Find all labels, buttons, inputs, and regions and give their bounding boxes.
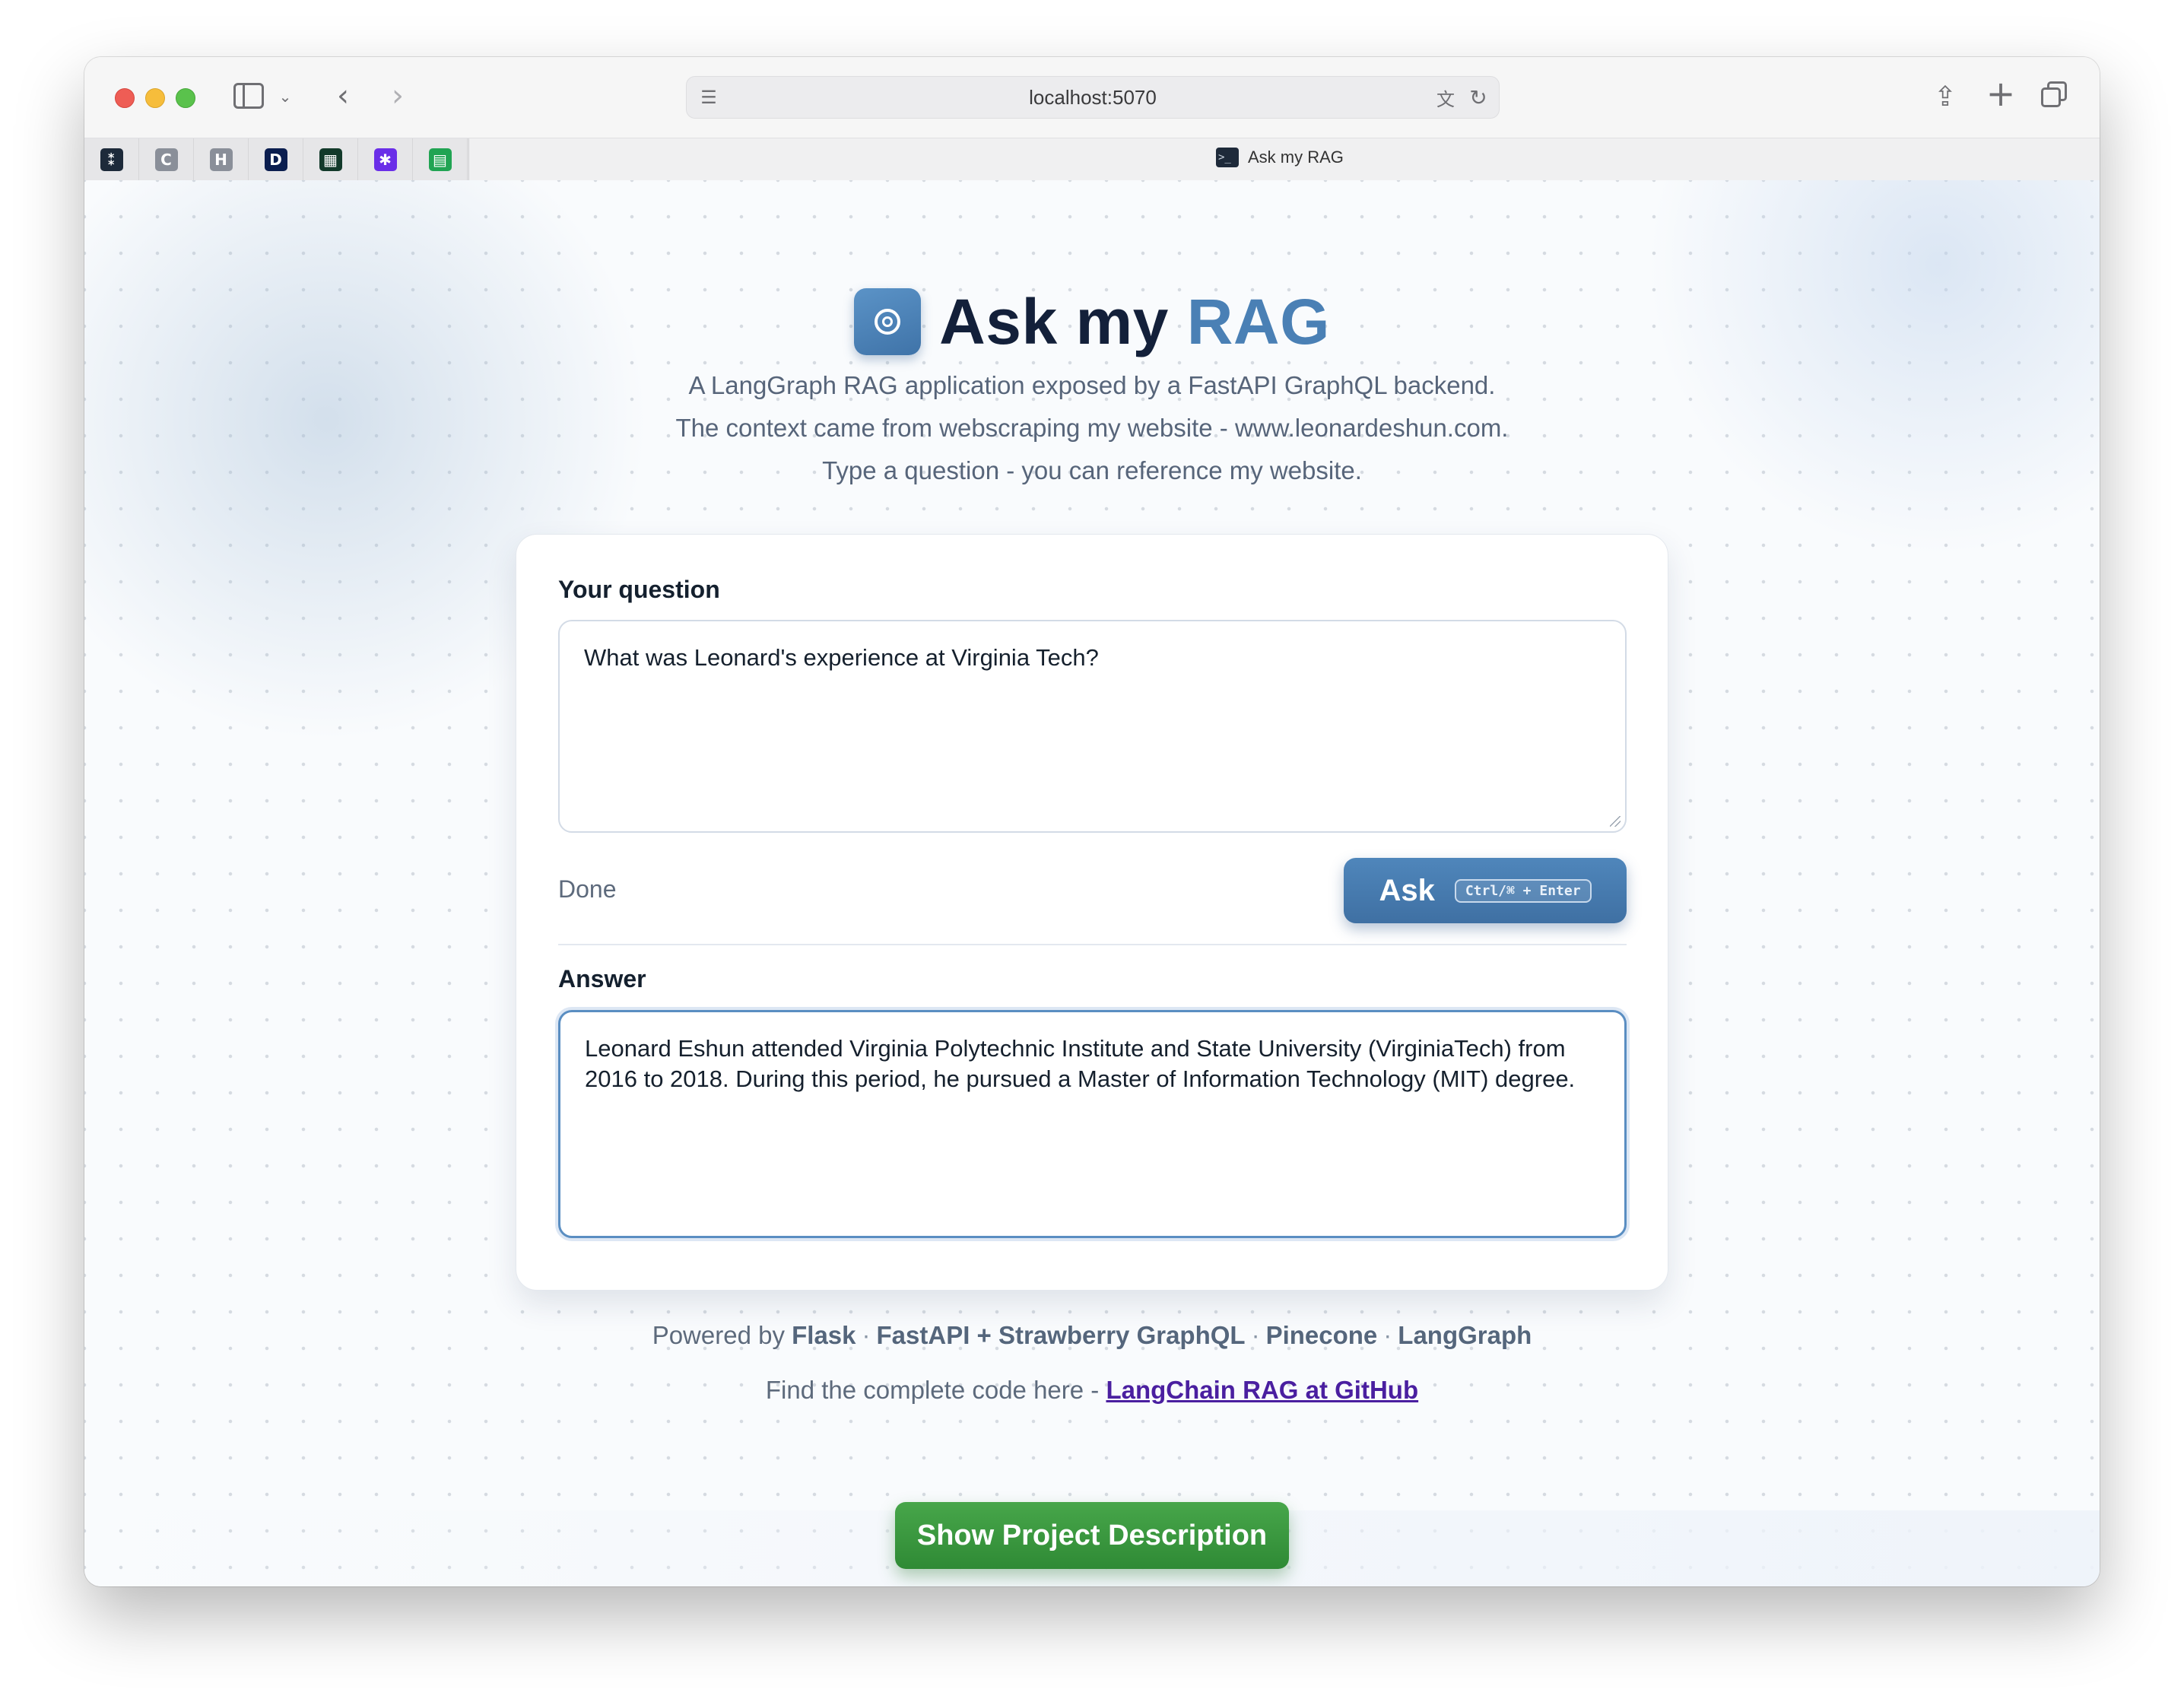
subtitle-line-1: A LangGraph RAG application exposed by a… — [688, 371, 1496, 399]
tech-langgraph: LangGraph — [1398, 1321, 1532, 1349]
sheet-icon: ▤ — [428, 148, 452, 171]
ask-button[interactable]: Ask Ctrl/⌘ + Enter — [1344, 858, 1627, 923]
pinned-tab[interactable]: D — [249, 138, 303, 181]
pinned-tab[interactable]: ⁑ — [84, 138, 139, 181]
pinned-tab[interactable]: ▦ — [303, 138, 358, 181]
pinned-tab[interactable]: H — [194, 138, 249, 181]
grid-icon: ▦ — [319, 148, 342, 171]
new-tab-icon[interactable]: + — [1986, 73, 2016, 114]
subtitle-line-2: The context came from webscraping my web… — [675, 414, 1509, 442]
question-text[interactable]: What was Leonard's experience at Virgini… — [584, 644, 1099, 671]
page-header: Ask my RAG A LangGraph RAG application e… — [84, 284, 2100, 492]
pinned-tab[interactable]: C — [139, 138, 194, 181]
subtitle-line-3: Type a question - you can reference my w… — [822, 456, 1362, 484]
find-prefix: Find the complete code here - — [765, 1376, 1100, 1404]
keyboard-shortcut-badge: Ctrl/⌘ + Enter — [1454, 878, 1592, 903]
divider — [558, 944, 1627, 945]
pinned-tab[interactable]: ▤ — [413, 138, 468, 181]
tab-overview-icon[interactable] — [2040, 80, 2070, 113]
sparkle-icon: ⁑ — [100, 148, 123, 171]
close-window-button[interactable] — [115, 88, 135, 108]
zoom-window-button[interactable] — [176, 88, 195, 108]
separator: · — [1251, 1321, 1260, 1349]
pinned-tabs: ⁑ C H D ▦ ✱ ▤ — [84, 138, 469, 181]
back-arrow-icon[interactable]: ‹ — [328, 77, 358, 115]
tab-bar: ⁑ C H D ▦ ✱ ▤ >_ Ask my RAG — [84, 138, 2100, 182]
resize-handle-icon[interactable] — [1610, 816, 1621, 827]
title-row: Ask my RAG — [84, 284, 2100, 360]
browser-window: ⌄ ‹ › ☰ localhost:5070 文 ↻ ⇪ + ⁑ C H D ▦ ✱ ▤ >… — [84, 57, 2100, 1586]
separator: · — [1383, 1321, 1392, 1349]
ask-button-label: Ask — [1379, 873, 1435, 907]
page-title: Ask my RAG — [939, 285, 1330, 359]
question-label: Your question — [558, 576, 720, 603]
tech-pinecone: Pinecone — [1265, 1321, 1378, 1349]
d-letter-icon: D — [264, 148, 287, 171]
active-tab[interactable]: >_ Ask my RAG — [1216, 148, 1344, 167]
terminal-favicon-icon: >_ — [1216, 148, 1239, 167]
question-input[interactable]: What was Leonard's experience at Virgini… — [558, 620, 1627, 833]
powered-prefix: Powered by — [652, 1321, 785, 1349]
reload-icon[interactable]: ↻ — [1467, 84, 1490, 110]
page-content: Ask my RAG A LangGraph RAG application e… — [84, 180, 2100, 1586]
minimize-window-button[interactable] — [145, 88, 165, 108]
powered-by-line: Powered by Flask · FastAPI + Strawberry Gr… — [84, 1321, 2100, 1350]
pinned-tab[interactable]: ✱ — [358, 138, 413, 181]
tab-title: Ask my RAG — [1248, 148, 1344, 167]
separator: · — [862, 1321, 871, 1349]
find-code-line: Find the complete code here - LangChain … — [84, 1376, 2100, 1405]
forward-arrow-icon[interactable]: › — [383, 77, 413, 115]
star-circle-icon: ✱ — [373, 148, 397, 171]
github-link[interactable]: LangChain RAG at GitHub — [1106, 1376, 1418, 1404]
show-project-description-button[interactable]: Show Project Description — [895, 1502, 1289, 1569]
answer-output[interactable]: Leonard Eshun attended Virginia Polytech… — [558, 1010, 1627, 1238]
translate-icon[interactable]: 文 — [1430, 84, 1461, 110]
browser-toolbar: ⌄ ‹ › ☰ localhost:5070 文 ↻ ⇪ + — [84, 57, 2100, 138]
share-icon[interactable]: ⇪ — [1930, 78, 1960, 115]
c-letter-icon: C — [154, 148, 178, 171]
h-letter-icon: H — [209, 148, 233, 171]
title-main: Ask my — [939, 285, 1169, 357]
tech-fastapi: FastAPI + Strawberry GraphQL — [876, 1321, 1246, 1349]
chevron-down-icon[interactable]: ⌄ — [276, 81, 294, 112]
title-accent: RAG — [1186, 285, 1330, 357]
tech-flask: Flask — [792, 1321, 856, 1349]
rag-logo-icon — [854, 288, 922, 355]
answer-label: Answer — [558, 965, 646, 992]
url-text[interactable]: localhost:5070 — [687, 77, 1499, 118]
status-text: Done — [558, 875, 617, 903]
sidebar-toggle-icon[interactable] — [233, 83, 264, 109]
qa-card: Your question What was Leonard's experie… — [516, 534, 1668, 1291]
address-bar[interactable]: ☰ localhost:5070 文 ↻ — [686, 76, 1500, 119]
